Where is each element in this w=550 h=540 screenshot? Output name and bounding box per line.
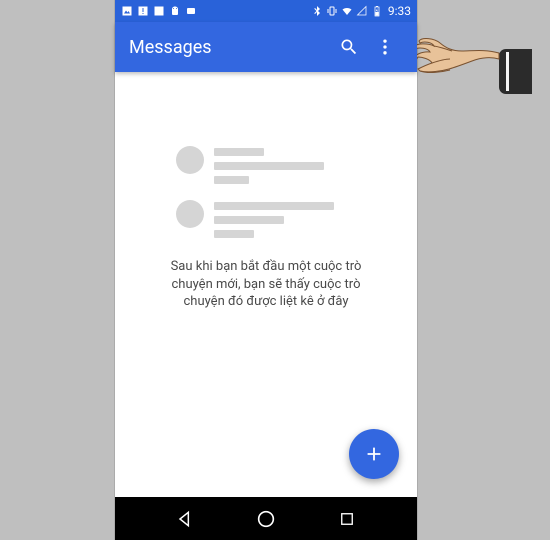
- placeholder-line: [214, 148, 264, 156]
- placeholder-line: [214, 216, 284, 224]
- content-area: Sau khi bạn bắt đầu một cuộc trò chuyện …: [115, 72, 417, 497]
- wifi-icon: [341, 5, 353, 17]
- placeholder-row: [176, 146, 356, 184]
- back-button[interactable]: [165, 499, 205, 539]
- status-right-icons: 9:33: [311, 4, 411, 18]
- android-icon: [169, 5, 181, 17]
- placeholder-line: [214, 162, 324, 170]
- debug-icon: [185, 5, 197, 17]
- placeholder-line: [214, 230, 254, 238]
- home-button[interactable]: [246, 499, 286, 539]
- plus-icon: [363, 443, 385, 465]
- more-vert-icon: [375, 37, 395, 57]
- placeholder-avatar: [176, 200, 204, 228]
- search-button[interactable]: [331, 29, 367, 65]
- pointer-hand-illustration: [414, 29, 534, 124]
- empty-state-message: Sau khi bạn bắt đầu một cuộc trò chuyện …: [151, 258, 381, 311]
- picture-icon: [121, 5, 133, 17]
- navigation-bar: [115, 497, 417, 540]
- vibrate-icon: [326, 5, 338, 17]
- empty-state-illustration: [176, 146, 356, 254]
- bluetooth-icon: [311, 5, 323, 17]
- placeholder-line: [214, 202, 334, 210]
- app-bar: Messages: [115, 22, 417, 72]
- search-icon: [339, 37, 359, 57]
- warning-icon: [137, 5, 149, 17]
- battery-icon: [371, 5, 383, 17]
- back-icon: [175, 509, 195, 529]
- status-time: 9:33: [388, 4, 411, 18]
- overflow-menu-button[interactable]: [367, 29, 403, 65]
- placeholder-row: [176, 200, 356, 238]
- placeholder-line: [214, 176, 249, 184]
- placeholder-avatar: [176, 146, 204, 174]
- app-icon: [153, 5, 165, 17]
- recent-apps-button[interactable]: [327, 499, 367, 539]
- new-conversation-fab[interactable]: [349, 429, 399, 479]
- phone-frame: 9:33 Messages: [115, 0, 417, 540]
- home-icon: [255, 508, 277, 530]
- app-title: Messages: [129, 37, 331, 58]
- signal-icon: [356, 5, 368, 17]
- recent-icon: [338, 510, 356, 528]
- status-left-icons: [121, 5, 197, 17]
- status-bar: 9:33: [115, 0, 417, 22]
